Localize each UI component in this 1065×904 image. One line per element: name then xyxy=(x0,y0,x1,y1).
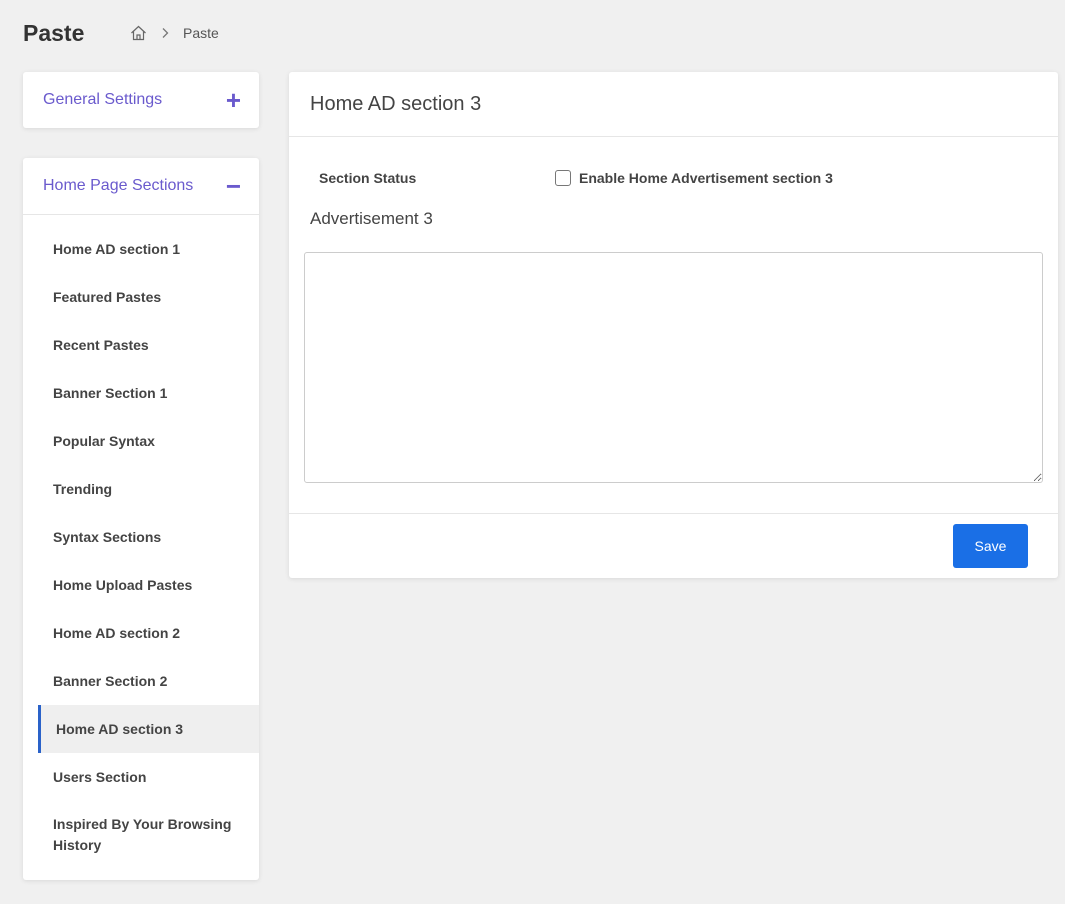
panel-footer: Save xyxy=(289,513,1058,578)
panel-title: Home AD section 3 xyxy=(289,72,1058,137)
menu-item-syntax-sections[interactable]: Syntax Sections xyxy=(23,513,259,561)
general-settings-label: General Settings xyxy=(43,91,163,108)
menu-item-home-ad-section-3[interactable]: Home AD section 3 xyxy=(38,705,259,753)
menu-item-inspired-by-browsing-history[interactable]: Inspired By Your Browsing History xyxy=(23,801,259,865)
sections-menu: Home AD section 1 Featured Pastes Recent… xyxy=(23,215,259,865)
menu-item-featured-pastes[interactable]: Featured Pastes xyxy=(23,273,259,321)
chevron-right-icon xyxy=(161,27,169,39)
breadcrumb-current: Paste xyxy=(183,25,219,41)
menu-item-trending[interactable]: Trending xyxy=(23,465,259,513)
home-page-sections-card: Home Page Sections − Home AD section 1 F… xyxy=(23,158,259,880)
page-header: Paste Paste xyxy=(23,18,219,48)
advertisement-textarea[interactable] xyxy=(304,252,1043,483)
menu-item-recent-pastes[interactable]: Recent Pastes xyxy=(23,321,259,369)
home-icon[interactable] xyxy=(130,25,147,41)
menu-item-banner-section-2[interactable]: Banner Section 2 xyxy=(23,657,259,705)
section-status-label: Section Status xyxy=(319,170,417,186)
general-settings-header[interactable]: General Settings + xyxy=(23,72,259,128)
section-status-row: Section Status Enable Home Advertisement… xyxy=(319,170,1058,186)
menu-item-banner-section-1[interactable]: Banner Section 1 xyxy=(23,369,259,417)
enable-checkbox[interactable] xyxy=(555,170,571,186)
main-panel: Home AD section 3 Section Status Enable … xyxy=(289,72,1058,578)
general-settings-card: General Settings + xyxy=(23,72,259,128)
home-page-sections-label: Home Page Sections xyxy=(43,177,194,194)
enable-section-toggle[interactable]: Enable Home Advertisement section 3 xyxy=(555,170,833,186)
menu-item-home-upload-pastes[interactable]: Home Upload Pastes xyxy=(23,561,259,609)
advertisement-label: Advertisement 3 xyxy=(310,209,433,228)
expand-icon[interactable]: + xyxy=(226,87,241,113)
menu-item-popular-syntax[interactable]: Popular Syntax xyxy=(23,417,259,465)
collapse-icon[interactable]: − xyxy=(226,173,241,199)
menu-item-home-ad-section-2[interactable]: Home AD section 2 xyxy=(23,609,259,657)
menu-item-home-ad-section-1[interactable]: Home AD section 1 xyxy=(23,225,259,273)
enable-checkbox-label: Enable Home Advertisement section 3 xyxy=(579,170,833,186)
home-page-sections-header[interactable]: Home Page Sections − xyxy=(23,158,259,215)
save-button[interactable]: Save xyxy=(953,524,1028,568)
breadcrumb: Paste xyxy=(130,25,219,41)
menu-item-users-section[interactable]: Users Section xyxy=(23,753,259,801)
page-title: Paste xyxy=(23,19,85,46)
